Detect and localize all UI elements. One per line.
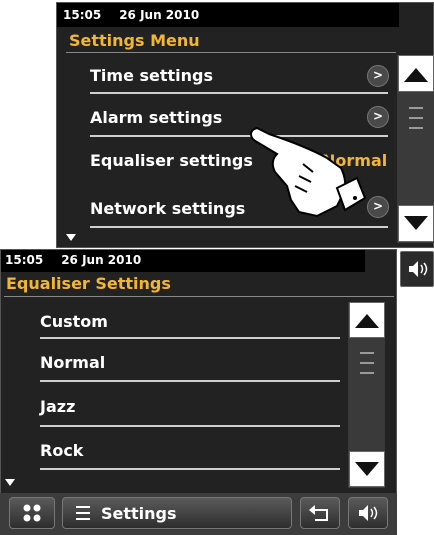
scroll-down-icon: [404, 216, 428, 230]
list-item-jazz[interactable]: Jazz: [40, 397, 75, 416]
scroll-down-button[interactable]: [398, 205, 434, 242]
scroll-down-icon: [355, 462, 379, 476]
status-bar: 15:05 26 Jun 2010: [57, 3, 399, 27]
menu-icon: [76, 506, 90, 520]
scroll-up-icon: [404, 68, 428, 82]
list-item-time-settings[interactable]: Time settings: [90, 66, 213, 85]
status-time: 15:05: [63, 8, 102, 22]
status-bar: 15:05 26 Jun 2010: [1, 250, 365, 272]
item-label: Custom: [40, 312, 108, 331]
settings-button-label: Settings: [101, 504, 177, 523]
more-below-icon: [66, 234, 76, 241]
scroll-down-button[interactable]: [349, 451, 385, 487]
scroll-up-button[interactable]: [398, 55, 434, 92]
chevron-right-icon[interactable]: >: [367, 106, 389, 128]
volume-button[interactable]: [400, 251, 434, 287]
settings-menu-button[interactable]: Settings: [62, 497, 292, 529]
title-divider: [4, 296, 394, 297]
status-date: 26 Jun 2010: [61, 253, 142, 267]
item-label: Equaliser settings: [90, 151, 253, 170]
list-item-rock[interactable]: Rock: [40, 441, 83, 460]
status-time: 15:05: [5, 253, 44, 267]
item-label: Rock: [40, 441, 84, 460]
volume-icon: [409, 261, 428, 277]
chevron-right-icon[interactable]: >: [367, 196, 389, 218]
more-below-icon: [5, 479, 15, 486]
item-underline: [40, 337, 340, 339]
item-label: Time settings: [90, 66, 214, 85]
item-label: Alarm settings: [90, 108, 223, 127]
scroll-grip: [409, 127, 423, 129]
scroll-grip: [409, 107, 423, 109]
list-item-network-settings[interactable]: Network settings: [90, 199, 245, 218]
item-label: Normal: [40, 353, 106, 372]
pointing-hand-icon: [250, 126, 367, 218]
scroll-up-icon: [355, 314, 379, 328]
item-underline: [90, 92, 388, 94]
list-item-custom[interactable]: Custom: [40, 312, 108, 331]
item-underline: [40, 468, 340, 470]
volume-icon: [359, 505, 378, 521]
page-title: Equaliser Settings: [6, 274, 171, 293]
grid-icon: [23, 504, 41, 522]
home-grid-button[interactable]: [9, 497, 55, 529]
back-icon: [309, 505, 328, 521]
title-divider: [66, 52, 396, 53]
list-item-alarm-settings[interactable]: Alarm settings: [90, 108, 222, 127]
item-underline: [90, 226, 388, 228]
item-underline: [40, 425, 340, 427]
item-label: Jazz: [40, 397, 76, 416]
scroll-grip: [360, 372, 374, 374]
scroll-grip: [360, 362, 374, 364]
volume-button[interactable]: [348, 497, 388, 529]
list-item-normal[interactable]: Normal: [40, 353, 105, 372]
list-item-equaliser-settings[interactable]: Equaliser settings: [90, 151, 253, 170]
chevron-right-icon[interactable]: >: [367, 65, 389, 87]
scroll-up-button[interactable]: [349, 302, 385, 338]
status-date: 26 Jun 2010: [119, 8, 200, 22]
scroll-grip: [409, 117, 423, 119]
page-title: Settings Menu: [69, 31, 200, 50]
item-label: Network settings: [90, 199, 246, 218]
scroll-grip: [360, 352, 374, 354]
item-underline: [40, 380, 340, 382]
back-button[interactable]: [300, 497, 340, 529]
